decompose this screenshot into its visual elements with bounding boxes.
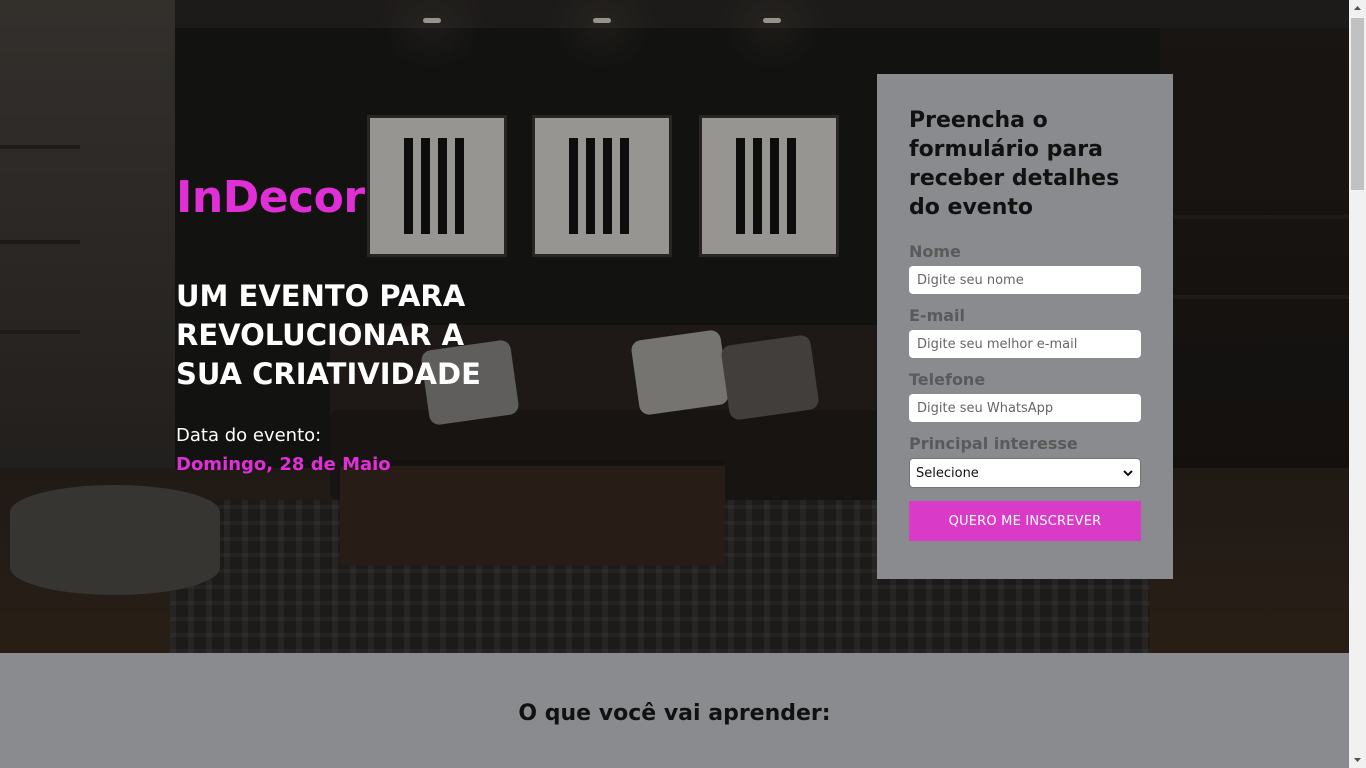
hero-headline: UM EVENTO PARA REVOLUCIONAR A SUA CRIATI… (176, 279, 481, 391)
email-label: E-mail (909, 306, 966, 325)
brand-logo: InDecor (176, 172, 365, 223)
email-input[interactable] (909, 330, 1141, 358)
learn-title: O que você vai aprender: (518, 701, 831, 726)
event-date-label: Data do evento: (176, 425, 322, 446)
phone-label: Telefone (909, 370, 986, 389)
scroll-up-arrow-icon[interactable] (1353, 4, 1362, 13)
scrollbar-thumb[interactable] (1351, 18, 1364, 190)
interest-label: Principal interesse (909, 434, 1078, 453)
phone-input[interactable] (909, 394, 1141, 422)
name-input[interactable] (909, 266, 1141, 294)
interest-select[interactable]: Selecione (909, 458, 1141, 488)
scroll-down-arrow-icon[interactable] (1353, 755, 1362, 764)
page-scrollbar[interactable] (1349, 0, 1366, 768)
event-date-value: Domingo, 28 de Maio (176, 454, 391, 475)
learn-section: O que você vai aprender: (0, 653, 1349, 768)
name-label: Nome (909, 242, 961, 261)
subscribe-button[interactable]: QUERO ME INSCREVER (909, 501, 1141, 541)
form-title: Preencha o formulário para receber detal… (909, 108, 1120, 220)
signup-form: Preencha o formulário para receber detal… (877, 74, 1173, 579)
chevron-down-icon (1123, 470, 1133, 477)
interest-select-value: Selecione (916, 465, 979, 481)
